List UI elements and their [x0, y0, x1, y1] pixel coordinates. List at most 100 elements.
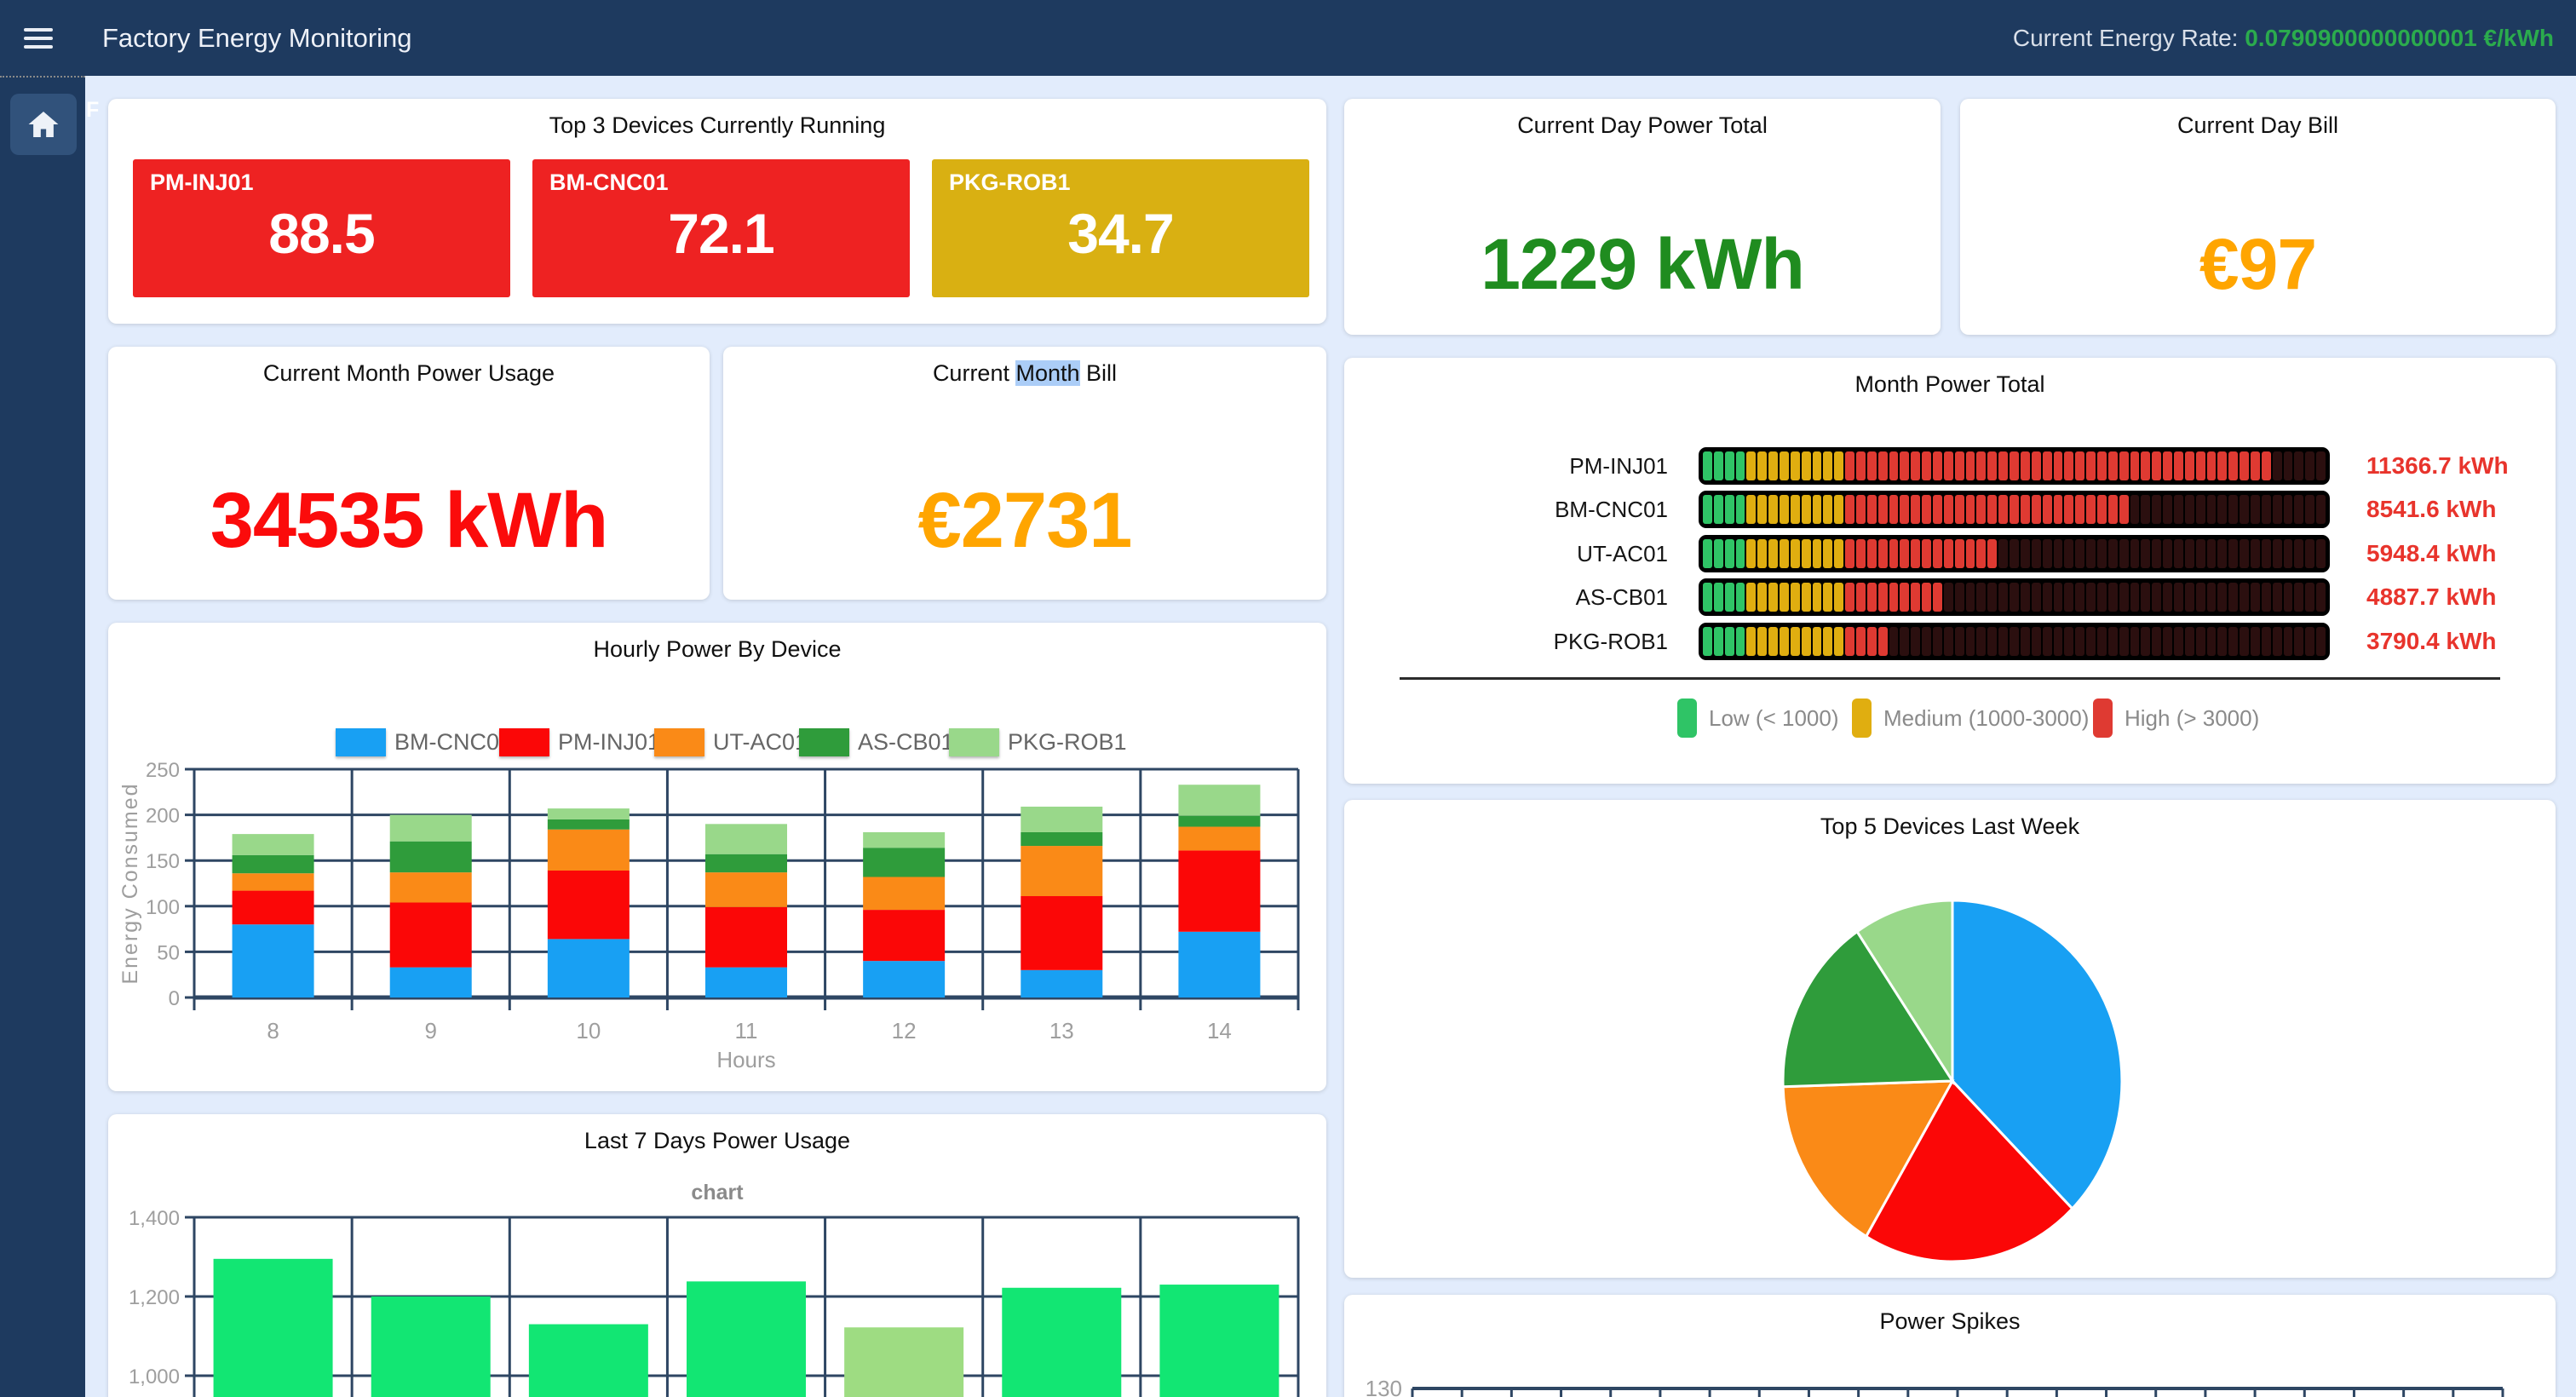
sidebar-item-label-clipped: F	[86, 98, 99, 123]
stacked-bar-segment	[233, 924, 314, 997]
card-title: Current Month Power Usage	[108, 360, 710, 387]
legend-label: High (> 3000)	[2125, 705, 2259, 732]
selected-text: Month	[1015, 360, 1079, 386]
gauge-device-label: AS-CB01	[1370, 578, 1668, 616]
rate-value: 0.0790900000000001 €/kWh	[2245, 25, 2554, 51]
gauge-device-label: BM-CNC01	[1370, 491, 1668, 528]
gauge-value-label: 3790.4 kWh	[2366, 623, 2497, 660]
stacked-bar-segment	[1178, 932, 1260, 997]
hamburger-menu-icon[interactable]	[24, 22, 58, 55]
legend-item: Low (< 1000)	[1677, 698, 1838, 738]
legend-swatch	[1852, 698, 1872, 738]
device-tile: PKG-ROB1 34.7	[932, 159, 1309, 297]
svg-text:50: 50	[157, 941, 180, 964]
svg-text:1,000: 1,000	[129, 1365, 180, 1388]
stacked-bar-segment	[705, 854, 787, 872]
card-top5-devices: Top 5 Devices Last Week	[1344, 800, 2556, 1278]
legend-swatch	[2093, 698, 2113, 738]
gauge-value-label: 8541.6 kWh	[2366, 491, 2497, 528]
stacked-bar-segment	[548, 830, 630, 871]
card-title: Current Month Bill	[723, 360, 1326, 387]
svg-text:130: 130	[1366, 1376, 1402, 1397]
svg-text:Energy Consumed: Energy Consumed	[118, 782, 142, 984]
sidebar-item-home[interactable]	[10, 94, 77, 155]
stacked-bar-segment	[233, 834, 314, 855]
gauge-device-label: PM-INJ01	[1370, 447, 1668, 485]
gauge-row: PM-INJ01 11366.7 kWh	[1344, 447, 2556, 485]
svg-text:11: 11	[735, 1018, 758, 1043]
card-title: Top 3 Devices Currently Running	[108, 112, 1326, 139]
svg-text:1,200: 1,200	[129, 1286, 180, 1309]
svg-text:250: 250	[146, 759, 180, 782]
bar	[1002, 1288, 1121, 1397]
stacked-bar-segment	[233, 891, 314, 925]
card-day-power-total: Current Day Power Total 1229 kWh	[1344, 99, 1941, 335]
home-icon	[27, 108, 60, 141]
svg-text:100: 100	[146, 896, 180, 919]
stacked-bar-segment	[1021, 896, 1102, 970]
svg-text:9: 9	[424, 1018, 436, 1043]
card-day-bill: Current Day Bill €97	[1960, 99, 2556, 335]
bar	[844, 1327, 963, 1397]
card-month-power-usage: Current Month Power Usage 34535 kWh	[108, 347, 710, 600]
gauge-bar	[1699, 491, 2330, 528]
stacked-bar-segment	[1178, 816, 1260, 827]
stacked-bar-segment	[1021, 807, 1102, 832]
bar	[371, 1296, 491, 1397]
device-tiles: PM-INJ0188.5BM-CNC0172.1PKG-ROB134.7	[133, 159, 1309, 297]
svg-text:Hours: Hours	[716, 1047, 775, 1072]
current-energy-rate: Current Energy Rate: 0.0790900000000001 …	[2013, 0, 2554, 76]
bar	[529, 1325, 648, 1397]
svg-text:1,400: 1,400	[129, 1207, 180, 1230]
legend-item: High (> 3000)	[2093, 698, 2259, 738]
stacked-bar-segment	[548, 871, 630, 939]
stacked-bar-segment	[705, 907, 787, 968]
device-tile: BM-CNC01 72.1	[532, 159, 910, 297]
stacked-bar-segment	[863, 832, 945, 848]
stacked-bar-segment	[863, 910, 945, 961]
gauge-row: UT-AC01 5948.4 kWh	[1344, 535, 2556, 572]
rate-label: Current Energy Rate:	[2013, 25, 2239, 51]
stacked-bar-segment	[1178, 827, 1260, 851]
card-last7-days: Last 7 Days Power Usage chart 1,4001,200…	[108, 1114, 1326, 1397]
legend-label: Medium (1000-3000)	[1883, 705, 2089, 732]
gauge-value-label: 5948.4 kWh	[2366, 535, 2497, 572]
card-top3-devices: Top 3 Devices Currently Running PM-INJ01…	[108, 99, 1326, 324]
stacked-bar-segment	[233, 873, 314, 890]
legend-label: Low (< 1000)	[1709, 705, 1838, 732]
stacked-bar-segment	[705, 824, 787, 854]
gauge-row: AS-CB014887.7 kWh	[1344, 578, 2556, 616]
gauge-row: BM-CNC01 8541.6 kWh	[1344, 491, 2556, 528]
stacked-bar-segment	[390, 815, 472, 842]
card-hourly-power: Hourly Power By Device BM-CNC01PM-INJ01U…	[108, 623, 1326, 1091]
svg-text:8: 8	[267, 1018, 279, 1043]
svg-text:13: 13	[1049, 1018, 1074, 1043]
divider	[1400, 677, 2500, 680]
stacked-bar-segment	[1021, 970, 1102, 997]
gauge-bar	[1699, 623, 2330, 660]
stacked-bar-segment	[233, 855, 314, 873]
card-title: Current Day Power Total	[1344, 112, 1941, 139]
svg-text:0: 0	[169, 987, 180, 1010]
svg-text:14: 14	[1207, 1018, 1232, 1043]
gauge-bar	[1699, 447, 2330, 485]
gauge-device-label: UT-AC01	[1370, 535, 1668, 572]
device-power-value: 72.1	[532, 201, 910, 266]
gauge-value-label: 11366.7 kWh	[2366, 447, 2509, 485]
device-name: BM-CNC01	[549, 170, 669, 196]
stacked-bar-segment	[548, 939, 630, 997]
svg-text:12: 12	[892, 1018, 917, 1043]
month-bill-value: €2731	[723, 481, 1326, 560]
card-title: Month Power Total	[1344, 371, 2556, 398]
bar	[687, 1281, 806, 1397]
stacked-bar-segment	[390, 842, 472, 872]
gauge-row: PKG-ROB13790.4 kWh	[1344, 623, 2556, 660]
gauge-bar	[1699, 578, 2330, 616]
stacked-bar-segment	[548, 819, 630, 830]
dashboard: Top 3 Devices Currently Running PM-INJ01…	[85, 76, 2576, 1397]
stacked-bar-segment	[705, 968, 787, 997]
device-name: PKG-ROB1	[949, 170, 1071, 196]
device-power-value: 88.5	[133, 201, 510, 266]
stacked-bar-segment	[863, 877, 945, 910]
device-power-value: 34.7	[932, 201, 1309, 266]
